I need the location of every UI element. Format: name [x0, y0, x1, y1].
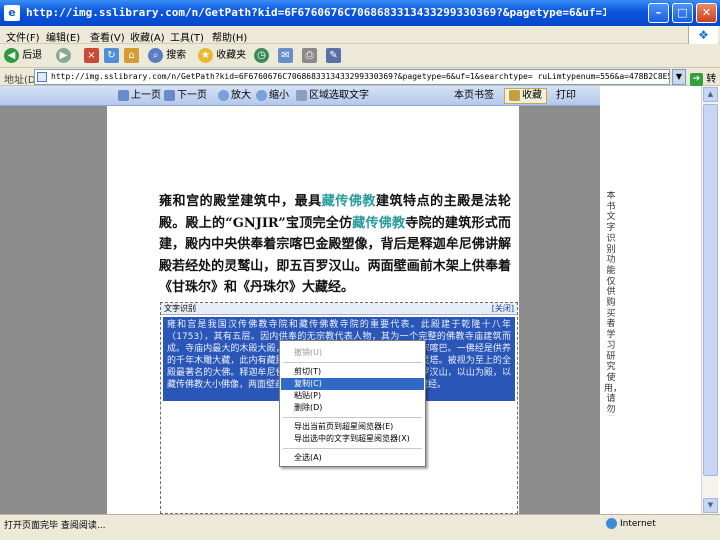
page-margin-right	[519, 106, 600, 514]
menu-view[interactable]: 查看(V)	[90, 29, 125, 44]
title-bar: e http://img.sslibrary.com/n/GetPath?kid…	[0, 0, 720, 26]
sidebar-notice: 本书文字识别功能仅供购买者学习研究使用，请勿用于商业用途，并请在使用后删除图书馆…	[604, 191, 618, 416]
globe-icon	[606, 518, 617, 529]
menu-separator	[283, 362, 422, 363]
stop-button[interactable]: ×	[84, 47, 99, 65]
home-button[interactable]: ⌂	[124, 47, 139, 65]
reader-toolbar: 上一页 下一页 放大 缩小 区域选取文字 本页书签 收藏 打印	[0, 86, 600, 106]
edit-button[interactable]: ✎	[326, 47, 341, 65]
scroll-thumb[interactable]	[703, 104, 718, 476]
go-arrow-icon: ➔	[690, 72, 703, 86]
menu-item-select-all[interactable]: 全选(A)	[281, 452, 424, 464]
menu-file[interactable]: 文件(F)	[6, 29, 40, 44]
search-icon: ⌕	[148, 47, 163, 63]
scroll-up-button[interactable]: ▲	[703, 87, 718, 102]
select-text-button[interactable]: 区域选取文字	[296, 89, 369, 103]
book-paragraph: 雍和宫的殿堂建筑中，最具藏传佛教建筑特点的主殿是法轮殿。殿上的“GNJIR”宝顶…	[159, 194, 511, 295]
context-menu: 撤销(U) 剪切(T) 复制(C) 粘贴(P) 删除(D) 导出当前页到超星阅览…	[279, 340, 426, 467]
menu-item-copy[interactable]: 复制(C)	[281, 378, 424, 390]
stop-icon: ×	[84, 47, 99, 63]
zoom-in-icon	[218, 89, 229, 101]
status-message: 打开页面完毕 查阅阅读...	[4, 521, 106, 531]
ocr-panel-title: 文字识别	[164, 304, 196, 313]
next-page-icon	[164, 89, 175, 101]
menu-item-undo[interactable]: 撤销(U)	[281, 347, 424, 359]
menu-item-paste[interactable]: 粘贴(P)	[281, 390, 424, 402]
menu-item-export-page[interactable]: 导出当前页到超星阅览器(E)	[281, 421, 424, 433]
vertical-scrollbar[interactable]: ▲ ▼	[701, 86, 718, 514]
refresh-icon: ↻	[104, 47, 119, 63]
zoom-in-button[interactable]: 放大	[218, 89, 251, 103]
edit-icon: ✎	[326, 47, 341, 63]
star-icon: ★	[198, 47, 213, 63]
minimize-button[interactable]: –	[648, 3, 669, 23]
reader-print-button[interactable]: 打印	[556, 89, 576, 103]
address-input[interactable]: http://img.sslibrary.com/n/GetPath?kid=6…	[34, 69, 670, 85]
favorites-button[interactable]: ★ 收藏夹	[198, 47, 246, 65]
menu-separator	[283, 417, 422, 418]
ocr-panel-header: 文字识别 [关闭]	[161, 303, 517, 315]
ocr-close-button[interactable]: [关闭]	[492, 303, 514, 315]
prev-page-icon	[118, 89, 129, 101]
print-button[interactable]: ⎙	[302, 47, 317, 65]
security-zone: Internet	[606, 518, 656, 529]
status-bar: 打开页面完毕 查阅阅读... Internet	[0, 514, 720, 540]
next-page-button[interactable]: 下一页	[164, 89, 207, 103]
scroll-down-button[interactable]: ▼	[703, 498, 718, 513]
page-bookmark-button[interactable]: 本页书签	[454, 89, 494, 103]
home-icon: ⌂	[124, 47, 139, 63]
menu-favorites[interactable]: 收藏(A)	[130, 29, 165, 44]
address-url: http://img.sslibrary.com/n/GetPath?kid=6…	[51, 72, 669, 81]
history-icon: ◷	[254, 47, 269, 63]
search-button[interactable]: ⌕ 搜索	[148, 47, 186, 65]
mail-button[interactable]: ✉	[278, 47, 293, 65]
highlighted-term: 藏传佛教	[321, 194, 376, 209]
menu-bar: 文件(F) 编辑(E) 查看(V) 收藏(A) 工具(T) 帮助(H) ❖	[0, 26, 720, 44]
zoom-out-button[interactable]: 缩小	[256, 89, 289, 103]
menu-separator	[283, 448, 422, 449]
menu-item-export-selection[interactable]: 导出选中的文字到超星阅览器(X)	[281, 433, 424, 445]
forward-button[interactable]: ▶	[56, 47, 71, 65]
bookmark-button[interactable]: 收藏	[504, 88, 547, 104]
select-text-icon	[296, 89, 307, 101]
maximize-button[interactable]: □	[672, 3, 693, 23]
bookmark-icon	[509, 89, 520, 101]
toolbar: ◀ 后退 ▶ × ↻ ⌂ ⌕ 搜索 ★ 收藏夹 ◷ ✉ ⎙ ✎	[0, 44, 720, 68]
history-button[interactable]: ◷	[254, 47, 269, 65]
windows-logo-icon: ❖	[688, 26, 718, 44]
address-dropdown-button[interactable]: ▼	[672, 69, 686, 85]
refresh-button[interactable]: ↻	[104, 47, 119, 65]
highlighted-term: 藏传佛教	[352, 215, 406, 231]
close-button[interactable]: ✕	[696, 3, 717, 23]
back-arrow-icon: ◀	[4, 47, 19, 63]
menu-help[interactable]: 帮助(H)	[212, 29, 247, 44]
prev-page-button[interactable]: 上一页	[118, 89, 161, 103]
page-icon	[37, 72, 47, 82]
address-bar: 地址(D) http://img.sslibrary.com/n/GetPath…	[0, 68, 720, 101]
zoom-out-icon	[256, 89, 267, 101]
page-margin-left	[0, 106, 107, 514]
forward-arrow-icon: ▶	[56, 47, 71, 63]
window-title: http://img.sslibrary.com/n/GetPath?kid=6…	[26, 6, 606, 19]
ie-icon: e	[4, 5, 20, 21]
mail-icon: ✉	[278, 47, 293, 63]
menu-item-cut[interactable]: 剪切(T)	[281, 366, 424, 378]
menu-item-delete[interactable]: 删除(D)	[281, 402, 424, 414]
printer-icon: ⎙	[302, 47, 317, 63]
menu-edit[interactable]: 编辑(E)	[46, 29, 80, 44]
menu-tools[interactable]: 工具(T)	[170, 29, 204, 44]
back-button[interactable]: ◀ 后退	[4, 47, 42, 65]
